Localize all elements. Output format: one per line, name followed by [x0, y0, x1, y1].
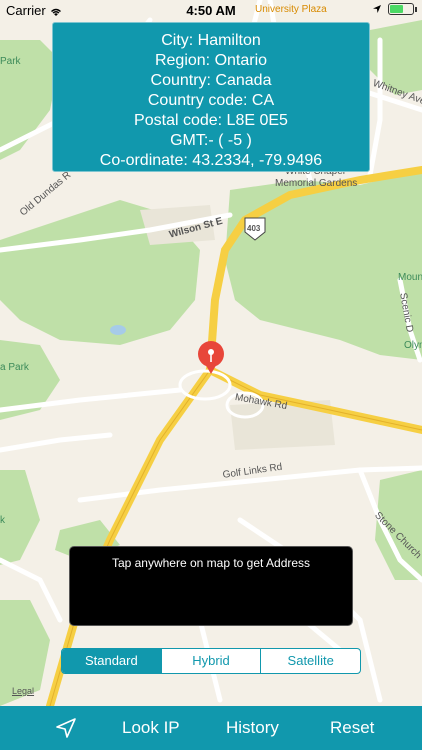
- gmt-text: GMT:- ( -5 ): [170, 132, 252, 149]
- location-services-icon: [373, 5, 381, 13]
- tap-hint-box: Tap anywhere on map to get Address: [69, 546, 353, 626]
- battery-icon: [388, 3, 417, 15]
- map-pin-icon[interactable]: [196, 340, 226, 374]
- country-code-text: Country code: CA: [147, 92, 275, 109]
- highway-shield-label: 403: [247, 224, 261, 233]
- status-time: 4:50 AM: [186, 3, 236, 18]
- look-ip-button[interactable]: Look IP: [122, 718, 180, 738]
- status-right: [372, 3, 417, 15]
- map-label-mount: Moun: [398, 272, 422, 283]
- postal-code-text: Postal code: L8E 0E5: [134, 112, 288, 129]
- map-label-k: k: [0, 515, 5, 526]
- reset-button[interactable]: Reset: [330, 718, 374, 738]
- map-label-memorial-gardens: Memorial Gardens: [275, 178, 358, 189]
- map-type-standard[interactable]: Standard: [62, 649, 162, 673]
- map-label-a-park: a Park: [0, 362, 29, 373]
- map-label-park: Park: [0, 56, 21, 67]
- coordinate-text: Co-ordinate: 43.2334, -79.9496: [99, 152, 323, 169]
- map-label-olympic: Olym: [404, 340, 422, 351]
- location-arrow-icon[interactable]: [54, 716, 78, 740]
- bottom-toolbar: Look IP History Reset: [0, 706, 422, 750]
- address-info-panel: City: Hamilton Region: Ontario Country: …: [52, 22, 370, 172]
- tap-hint-text: Tap anywhere on map to get Address: [111, 556, 311, 570]
- legal-link[interactable]: Legal: [12, 686, 34, 696]
- map-type-satellite[interactable]: Satellite: [261, 649, 360, 673]
- map-type-hybrid[interactable]: Hybrid: [162, 649, 262, 673]
- region-text: Region: Ontario: [154, 52, 268, 69]
- country-text: Country: Canada: [150, 72, 272, 89]
- map-type-segmented-control[interactable]: Standard Hybrid Satellite: [61, 648, 361, 674]
- history-button[interactable]: History: [226, 718, 279, 738]
- city-text: City: Hamilton: [161, 32, 261, 49]
- status-bar: Carrier 4:50 AM: [0, 0, 422, 20]
